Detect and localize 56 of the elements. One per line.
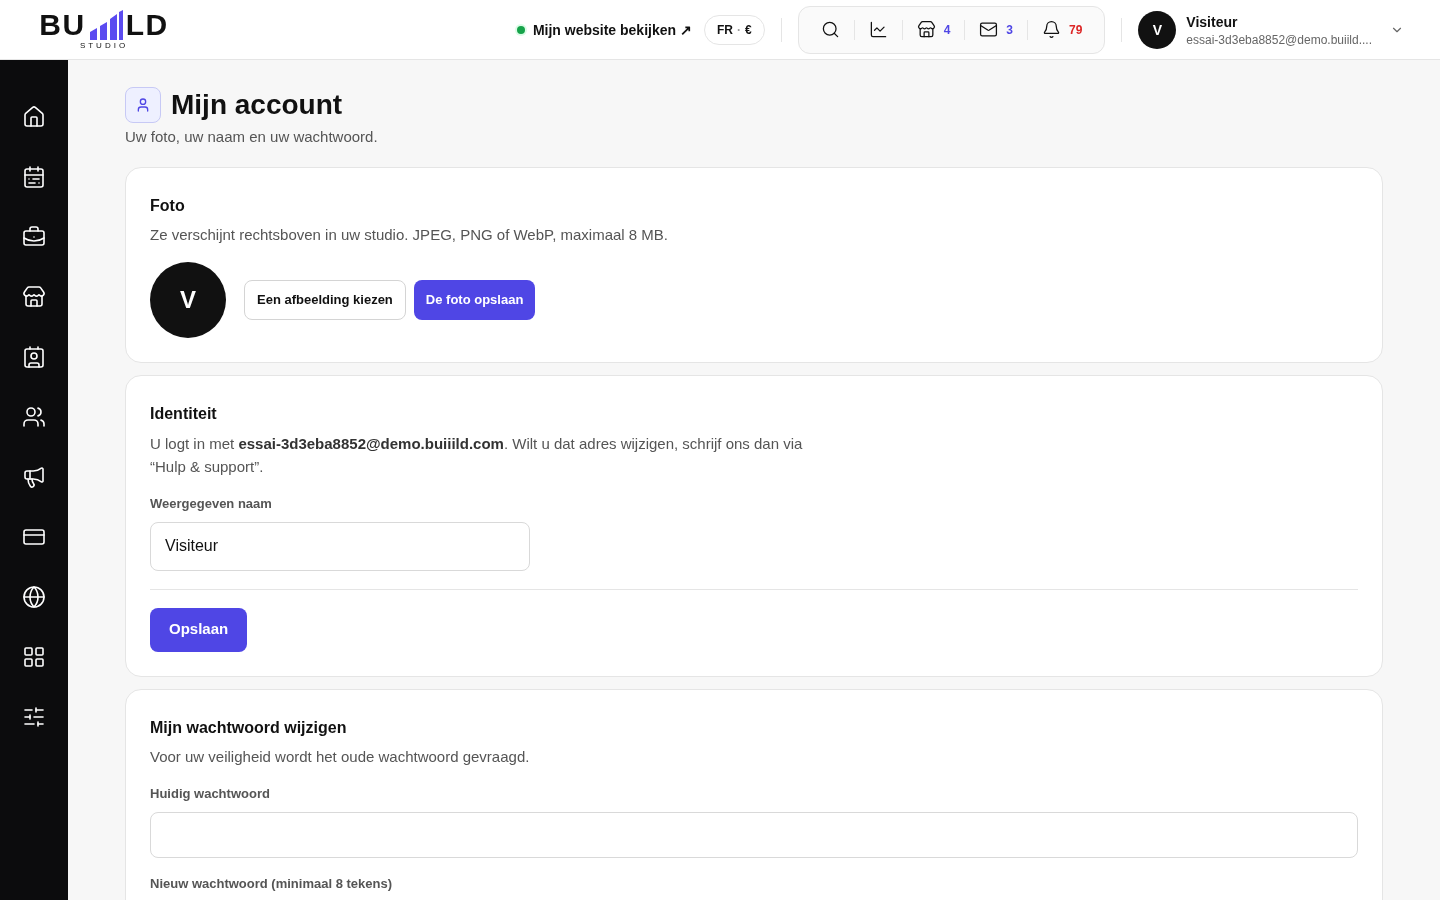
store-icon — [22, 285, 46, 309]
user-avatar: V — [1138, 10, 1177, 49]
choose-image-button[interactable]: Een afbeelding kiezen — [244, 280, 406, 320]
logo[interactable]: BU LD STUDIO — [26, 9, 182, 50]
store-icon — [916, 20, 936, 39]
card-description: Voor uw veiligheid wordt het oude wachtwoord gevraagd. — [150, 746, 531, 767]
sidebar-button[interactable] — [22, 285, 46, 309]
card-description: U logt in met essai-3d3eba8852@demo.buiiild.com. Wilt u dat adres wijzigen, schrijf ons dan via “Hulp & support”. — [150, 434, 804, 477]
contact-card-icon — [22, 345, 46, 369]
sidebar-button[interactable] — [22, 585, 46, 609]
password-field[interactable] — [150, 811, 1358, 858]
logo-text: BU — [39, 9, 86, 40]
sidebar-button[interactable] — [22, 105, 46, 129]
toolbar-button[interactable]: 4 — [902, 6, 965, 53]
bars-icon — [87, 9, 124, 40]
field-label: Huidig wachtwoord — [150, 785, 271, 803]
megaphone-icon — [22, 465, 46, 489]
card-title: Mijn wachtwoord wijzigen — [150, 717, 348, 738]
calendar-icon — [22, 165, 46, 189]
logo-text: LD — [125, 9, 169, 40]
field-label: Weergegeven naam — [150, 495, 273, 513]
save-photo-button[interactable]: De foto opslaan — [413, 280, 536, 320]
home-icon — [22, 105, 46, 129]
sidebar-button[interactable] — [22, 705, 46, 729]
apps-icon — [22, 645, 46, 669]
sidebar-button[interactable] — [22, 405, 46, 429]
search-icon — [820, 20, 840, 39]
toolbar-button[interactable]: 79 — [1028, 6, 1097, 53]
card-title: Identiteit — [150, 404, 218, 424]
mail-icon — [979, 20, 999, 39]
page-title: Mijn account — [171, 88, 343, 122]
avatar: V — [150, 262, 226, 338]
card-title: Foto — [150, 195, 186, 216]
user-badge-icon — [125, 87, 161, 123]
sidebar-button[interactable] — [22, 465, 46, 489]
sliders-icon — [22, 705, 46, 729]
page-subtitle: Uw foto, uw naam en uw wachtwoord. — [125, 127, 379, 147]
field-label: Nieuw wachtwoord (minimaal 8 tekens) — [150, 874, 393, 893]
sidebar-button[interactable] — [22, 165, 46, 189]
count: 3 — [1006, 21, 1013, 38]
count: 79 — [1069, 21, 1083, 38]
name-field[interactable]: Visiteur — [150, 521, 530, 571]
globe-icon — [22, 585, 46, 609]
chart-icon — [868, 20, 888, 39]
toolbar-button[interactable]: 3 — [965, 6, 1027, 53]
sidebar-button[interactable] — [22, 345, 46, 369]
user-name: Visiteur — [1186, 12, 1239, 32]
count: 4 — [943, 21, 951, 38]
save-button[interactable]: Opslaan — [150, 607, 248, 652]
logo-subtitle: STUDIO — [79, 41, 129, 50]
sidebar-button[interactable] — [22, 645, 46, 669]
bell-icon — [1042, 20, 1061, 39]
user-email: essai-3d3eba8852@demo.buiild.... — [1186, 31, 1372, 48]
users-icon — [22, 405, 46, 429]
card-description: Ze verschijnt rechtsboven in uw studio. JPEG, PNG of WebP, maximaal 8 MB. — [150, 224, 669, 245]
user-menu[interactable]: V Visiteur essai-3d3eba8852@demo.buiild.... — [1138, 10, 1404, 49]
